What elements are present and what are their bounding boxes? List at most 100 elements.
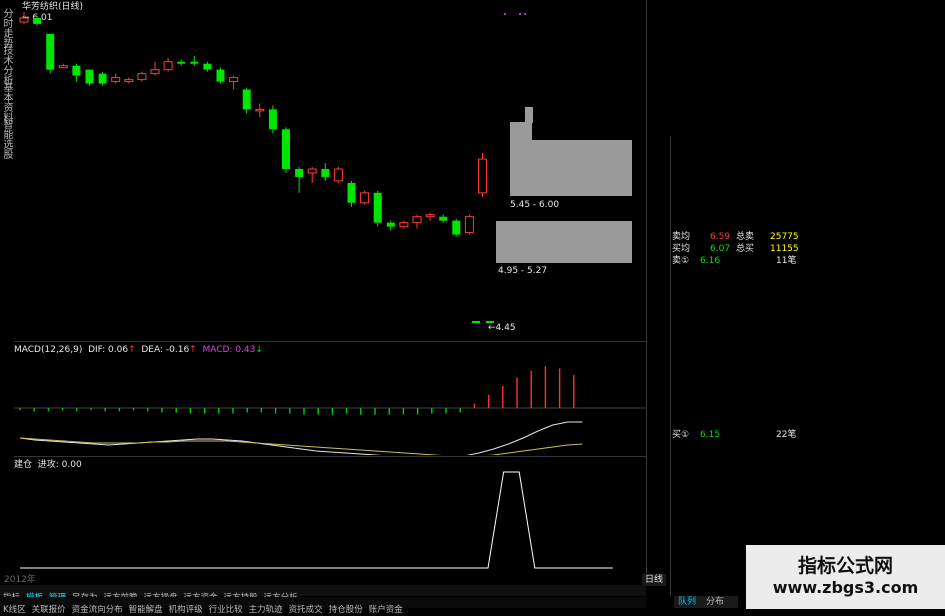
candle-body (412, 216, 422, 224)
candle-body (486, 321, 494, 323)
signal-chart[interactable] (14, 468, 646, 572)
fund-flow-row (803, 152, 945, 163)
period-selector[interactable]: 日线 (642, 574, 667, 586)
candle-body (373, 192, 382, 223)
marker-dot (524, 13, 526, 15)
candle-body (111, 77, 121, 83)
order-book-row (672, 163, 802, 174)
candle-body (242, 89, 251, 110)
macd-chart[interactable] (14, 355, 646, 455)
tick-row (803, 425, 945, 436)
tab-technical[interactable]: 技术分析 (0, 45, 12, 85)
order-book-row (672, 221, 802, 232)
bottom-tab-2[interactable]: 账户资金 (366, 605, 406, 616)
chip-lower-label: 4.95 - 5.27 (498, 266, 548, 276)
candle-body (425, 214, 435, 218)
candle-body (439, 216, 448, 221)
bottom-toolbar-2: K线区 关联报价 资金流向分布 智能解盘 机构评级 行业比较 主力轨迹 资托成交 持仓股份 账户资… (0, 597, 646, 615)
dea-line (19, 437, 583, 455)
candle-body (85, 69, 94, 84)
avg-sell-row: 卖均 6.59 总卖 25775 (672, 232, 799, 242)
tick-row (803, 271, 945, 282)
candle-body (98, 73, 107, 84)
chip-upper-block-2 (525, 107, 533, 123)
tab-distribution[interactable]: 分布 (706, 596, 742, 608)
order-book-row (672, 140, 802, 151)
candle-body (177, 61, 186, 64)
bottom-tab-2[interactable]: 关联报价 (29, 605, 69, 616)
tick-row (803, 412, 945, 423)
fund-flow-row (803, 164, 945, 175)
bottom-tab-2[interactable]: 机构评级 (166, 605, 206, 616)
chip-upper-block (510, 122, 532, 142)
order-book-row (672, 175, 802, 186)
bottom-tab-2[interactable]: 资托成交 (286, 605, 326, 616)
queue-row (672, 288, 802, 299)
candle-body (150, 69, 160, 75)
candle-body (33, 18, 42, 24)
tick-row (803, 258, 945, 269)
bottom-toolbar: 指标模板管理另存为远方前瞻远方操盘远方资金远方持股远方分析 (0, 585, 646, 603)
buy1-row: 买① 6.15 22笔 (672, 430, 797, 440)
candle-body (307, 168, 317, 174)
tick-row (803, 206, 945, 217)
candle-body (360, 192, 370, 204)
panel-divider-v (670, 136, 671, 596)
panel-divider-2 (14, 456, 646, 457)
tick-row (803, 245, 945, 256)
axis-divider (646, 0, 647, 578)
tick-row (803, 232, 945, 243)
tick-row (803, 283, 945, 294)
candle-body (190, 61, 199, 64)
marker-dot (504, 13, 506, 15)
candle-body (386, 222, 395, 227)
tick-row (803, 348, 945, 359)
tick-row (803, 322, 945, 333)
candle-body (19, 17, 29, 23)
tick-row (803, 296, 945, 307)
tick-row (803, 503, 945, 514)
candle-body (216, 69, 225, 82)
tick-row (803, 335, 945, 346)
tab-fundamentals[interactable]: 基本资料 (0, 82, 12, 122)
tick-row (803, 387, 945, 398)
tick-row (803, 464, 945, 475)
candle-body (472, 321, 480, 323)
tab-intraday[interactable]: 分时走势 (0, 8, 12, 48)
candle-body (58, 65, 68, 69)
candle-body (399, 222, 409, 228)
signal-line (20, 471, 613, 569)
tick-row (803, 438, 945, 449)
order-book-row (672, 198, 802, 209)
tab-smart-select[interactable]: 智能选股 (0, 119, 12, 159)
candle-body (72, 65, 81, 76)
tick-row (803, 309, 945, 320)
bottom-tab-2[interactable]: 资金流向分布 (69, 605, 126, 616)
bottom-tab-2[interactable]: 持仓股份 (326, 605, 366, 616)
candle-body (333, 168, 343, 182)
tick-row (803, 477, 945, 488)
bottom-tab-2[interactable]: 行业比较 (206, 605, 246, 616)
order-book-row (672, 152, 802, 163)
tick-row (803, 374, 945, 385)
tick-row (803, 529, 945, 540)
queue-row (672, 481, 802, 492)
tick-row (803, 516, 945, 527)
fund-flow-row (803, 187, 945, 198)
candle-body (464, 216, 474, 234)
bottom-tab-2[interactable]: 主力轨迹 (246, 605, 286, 616)
tick-row (803, 219, 945, 230)
order-book-row (672, 209, 802, 220)
candle-body (46, 33, 55, 70)
bottom-tab-2[interactable]: 智能解盘 (126, 605, 166, 616)
chip-lower-zone (496, 221, 632, 263)
tick-row (803, 490, 945, 501)
tick-row (803, 361, 945, 372)
chip-upper-label: 5.45 - 6.00 (510, 200, 560, 210)
fund-flow-row (803, 175, 945, 186)
watermark-title: 指标公式网 (797, 555, 893, 577)
candle-body (229, 77, 239, 83)
order-book-row (672, 186, 802, 197)
dif-line (19, 421, 583, 455)
bottom-tab-2[interactable]: K线区 (0, 605, 29, 616)
